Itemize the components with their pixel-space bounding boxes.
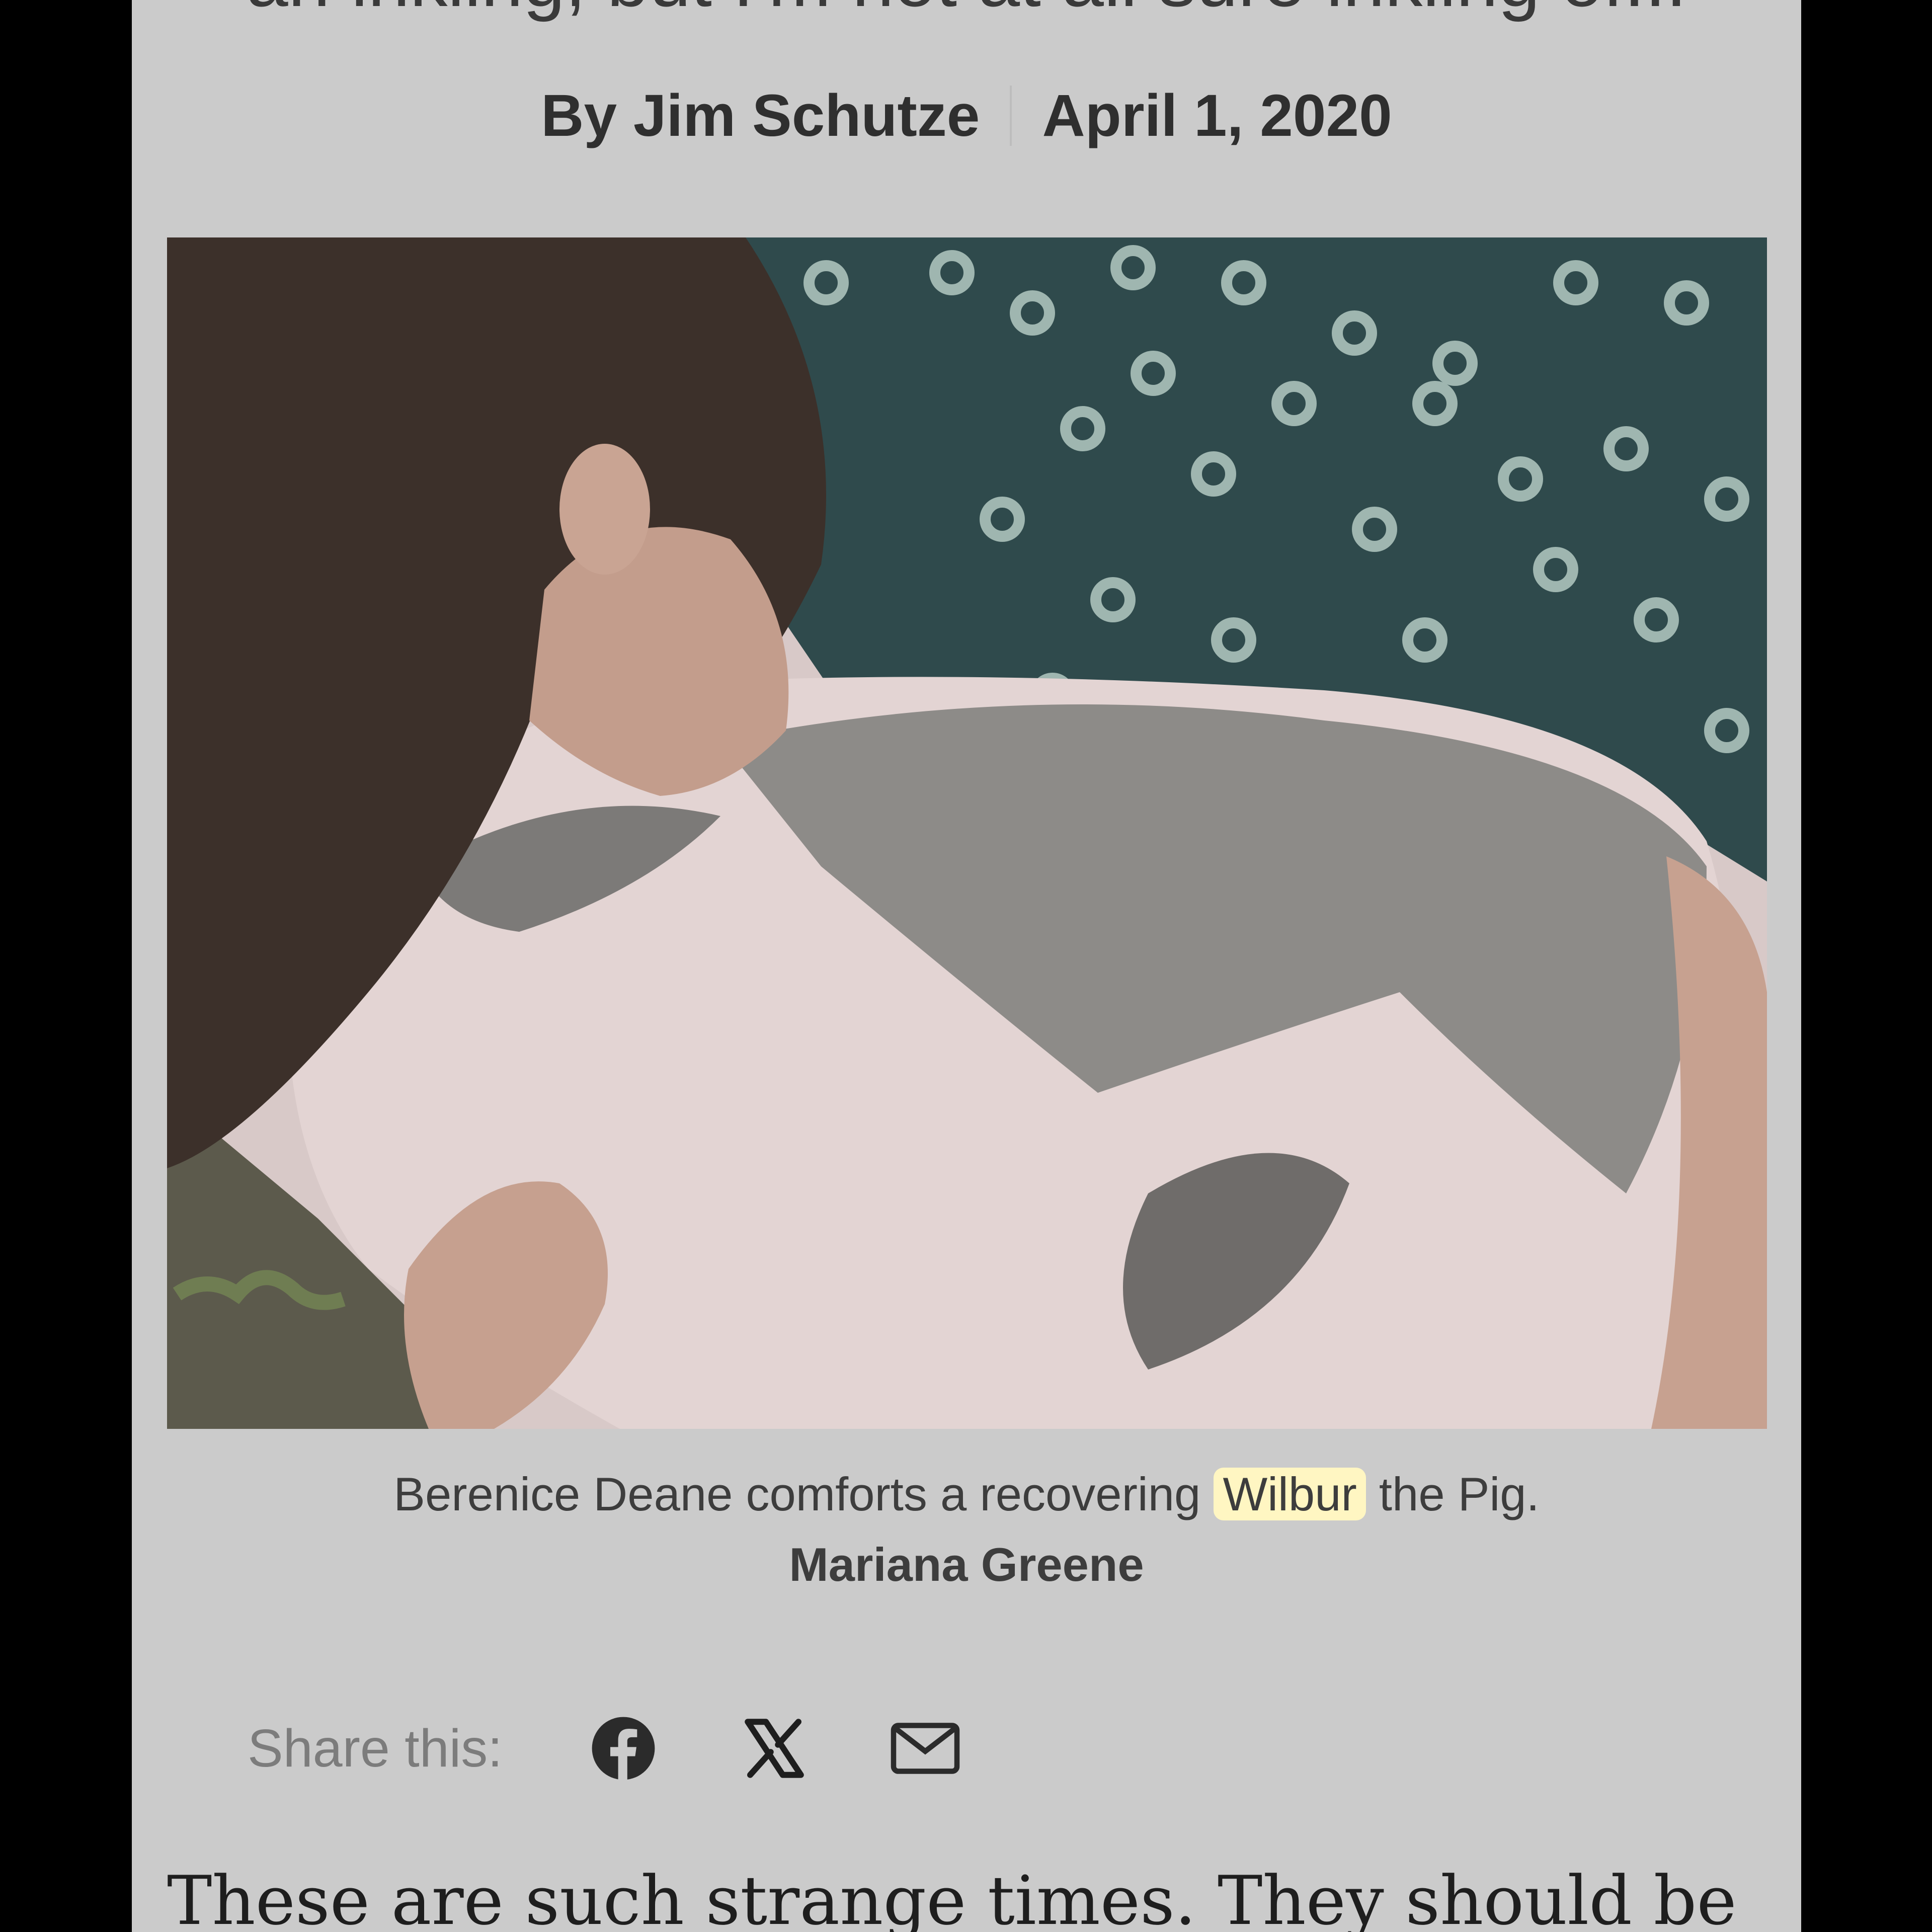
meta-divider [1010, 86, 1012, 146]
caption-text-before: Berenice Deane comforts a recovering [393, 1468, 1201, 1520]
photo-illustration [167, 237, 1767, 1429]
article-body-first-line: These are such strange times. They shoul… [167, 1862, 1737, 1932]
mail-icon [891, 1723, 959, 1774]
facebook-share-button[interactable] [588, 1713, 659, 1784]
article-meta: By Jim Schutze April 1, 2020 [132, 75, 1801, 156]
email-share-button[interactable] [890, 1713, 960, 1784]
caption-text-after: the Pig. [1379, 1468, 1540, 1520]
x-share-button[interactable] [739, 1713, 810, 1784]
x-icon [744, 1719, 804, 1778]
share-bar: Share this: [248, 1706, 1041, 1791]
photo-caption: Berenice Deane comforts a recovering Wil… [132, 1459, 1801, 1530]
byline[interactable]: By Jim Schutze [541, 82, 980, 150]
article-photo[interactable] [167, 237, 1767, 1429]
photo-credit: Mariana Greene [789, 1538, 1144, 1591]
article-title-partial: an inkling, but I'm not at all sure inkl… [132, 0, 1801, 30]
publish-date: April 1, 2020 [1042, 83, 1392, 149]
share-label: Share this: [248, 1718, 503, 1778]
article-page: an inkling, but I'm not at all sure inkl… [132, 0, 1801, 1932]
caption-highlighted-term[interactable]: Wilbur [1214, 1468, 1366, 1520]
facebook-icon [592, 1717, 655, 1781]
